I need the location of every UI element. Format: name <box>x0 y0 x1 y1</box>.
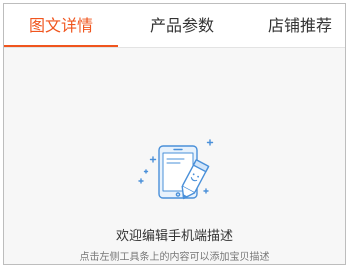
empty-state-hint: 点击左侧工具条上的内容可以添加宝贝描述 <box>79 252 270 263</box>
tab-store-recommend[interactable]: 店铺推荐 <box>252 4 345 47</box>
tab-product-params[interactable]: 产品参数 <box>132 4 232 47</box>
tab-graphic-details[interactable]: 图文详情 <box>4 4 118 47</box>
phone-edit-icon <box>138 139 214 200</box>
detail-panel: 图文详情 产品参数 店铺推荐 欢迎编辑手机端描述 点击左侧工具条上的内容可以添加… <box>3 3 346 265</box>
empty-state-title: 欢迎编辑手机端描述 <box>115 229 233 244</box>
active-tab-indicator <box>4 45 118 47</box>
empty-state: 欢迎编辑手机端描述 点击左侧工具条上的内容可以添加宝贝描述 <box>4 49 345 264</box>
tab-bar: 图文详情 产品参数 店铺推荐 <box>4 4 345 48</box>
